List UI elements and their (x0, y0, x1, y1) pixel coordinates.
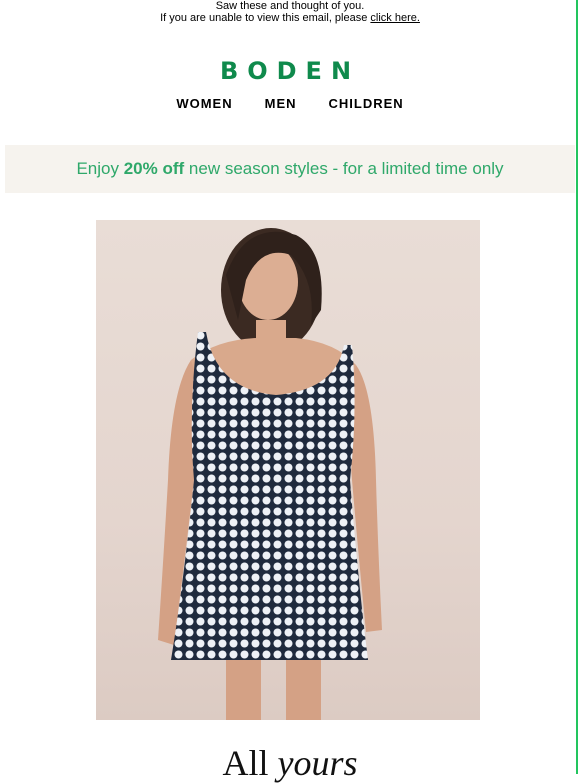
preheader-text: If you are unable to view this email, pl… (160, 12, 371, 24)
view-online-link[interactable]: click here. (370, 12, 420, 24)
promo-banner[interactable]: Enjoy 20% off new season styles - for a … (5, 145, 575, 193)
nav-women[interactable]: WOMEN (176, 96, 232, 111)
preheader: Saw these and thought of you. If you are… (0, 0, 580, 24)
boden-logo[interactable]: BODEN (0, 57, 580, 85)
preheader-view-online: If you are unable to view this email, pl… (0, 12, 580, 24)
main-nav: WOMEN MEN CHILDREN (0, 96, 580, 111)
headline-part2: yours (277, 743, 358, 783)
promo-discount: 20% off (123, 159, 185, 178)
edge-divider (576, 0, 578, 774)
promo-prefix: Enjoy (76, 159, 119, 178)
model-dress-illustration (158, 228, 382, 720)
nav-men[interactable]: MEN (265, 96, 297, 111)
nav-children[interactable]: CHILDREN (329, 96, 404, 111)
preheader-line: Saw these and thought of you. (215, 0, 365, 12)
headline: All yours (0, 742, 580, 784)
headline-part1: All (222, 743, 278, 783)
promo-suffix: new season styles - for a limited time o… (188, 159, 504, 178)
hero-product-image[interactable] (96, 220, 480, 720)
